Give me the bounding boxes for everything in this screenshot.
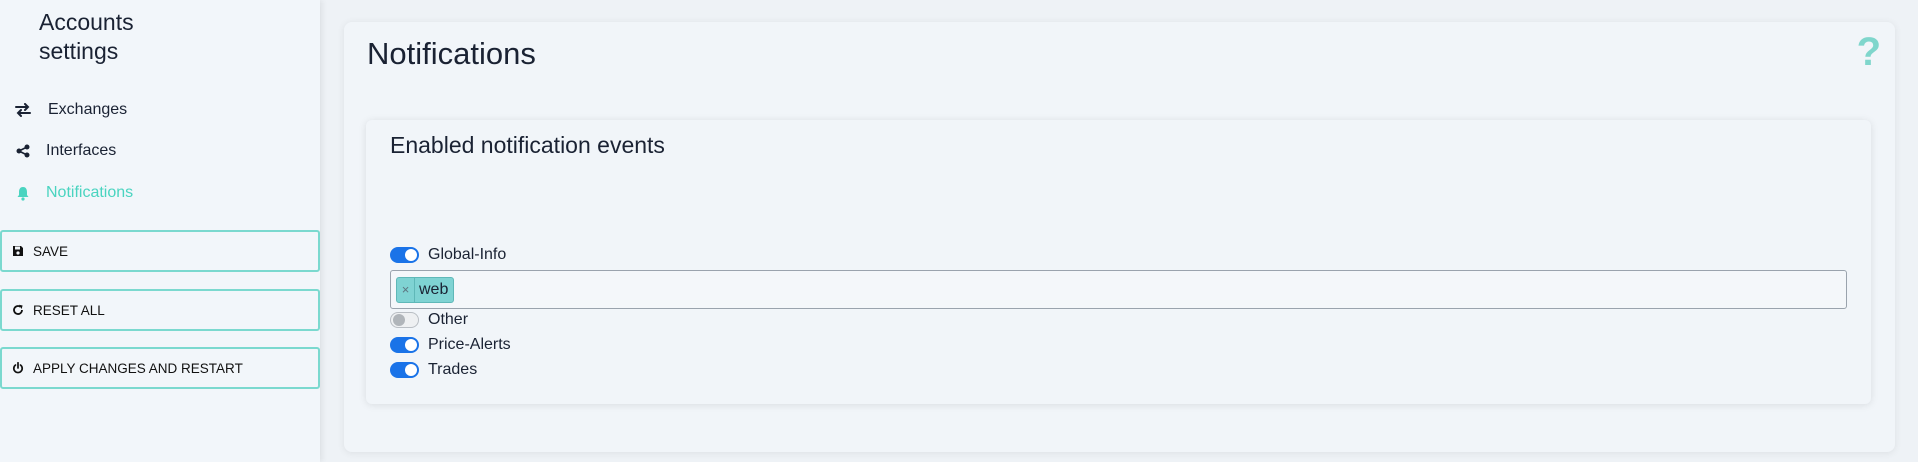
price-alerts-toggle[interactable]	[390, 337, 419, 353]
sidebar-title: Accounts settings	[39, 9, 134, 64]
section-title: Enabled notification events	[390, 132, 665, 158]
event-row-price-alerts: Price-Alerts	[390, 335, 511, 355]
bell-icon	[14, 184, 32, 202]
global-info-toggle[interactable]	[390, 247, 419, 263]
event-label: Price-Alerts	[428, 336, 511, 353]
help-icon[interactable]: ?	[1857, 30, 1881, 75]
save-button[interactable]: SAVE	[0, 230, 320, 272]
channel-tag: × web	[396, 276, 455, 303]
save-button-label: SAVE	[33, 243, 69, 259]
sidebar: Accounts settings Exchanges Interfaces N…	[0, 0, 320, 462]
notifications-panel: Notifications ? Enabled notification eve…	[344, 22, 1895, 452]
sidebar-item-label: Exchanges	[48, 101, 128, 118]
sidebar-item-exchanges[interactable]: Exchanges	[14, 97, 127, 123]
reset-all-button-label: RESET ALL	[33, 302, 105, 318]
sidebar-item-label: Interfaces	[46, 142, 117, 159]
event-row-global-info: Global-Info	[390, 245, 506, 265]
sidebar-item-label: Notifications	[46, 184, 134, 201]
global-info-channels-input[interactable]: × web	[390, 270, 1847, 309]
power-icon	[11, 361, 25, 375]
channel-tag-label: web	[419, 280, 449, 298]
other-toggle[interactable]	[390, 312, 419, 328]
remove-tag-icon[interactable]: ×	[397, 277, 415, 302]
apply-changes-button[interactable]: APPLY CHANGES AND RESTART	[0, 347, 320, 389]
event-row-other: Other	[390, 310, 468, 330]
arrows-exchange-icon	[14, 101, 32, 119]
refresh-icon	[11, 303, 25, 317]
event-label: Global-Info	[428, 246, 507, 263]
event-row-trades: Trades	[390, 360, 477, 380]
share-nodes-icon	[14, 142, 32, 160]
event-label: Other	[428, 311, 469, 328]
page-title: Notifications	[367, 36, 536, 71]
sidebar-item-interfaces[interactable]: Interfaces	[14, 138, 116, 164]
sidebar-item-notifications[interactable]: Notifications	[14, 180, 133, 206]
notification-events-card: Enabled notification events Global-Info …	[366, 120, 1871, 404]
event-label: Trades	[428, 361, 478, 378]
floppy-disk-icon	[11, 244, 25, 258]
apply-changes-button-label: APPLY CHANGES AND RESTART	[33, 360, 243, 376]
trades-toggle[interactable]	[390, 362, 419, 378]
reset-all-button[interactable]: RESET ALL	[0, 289, 320, 331]
